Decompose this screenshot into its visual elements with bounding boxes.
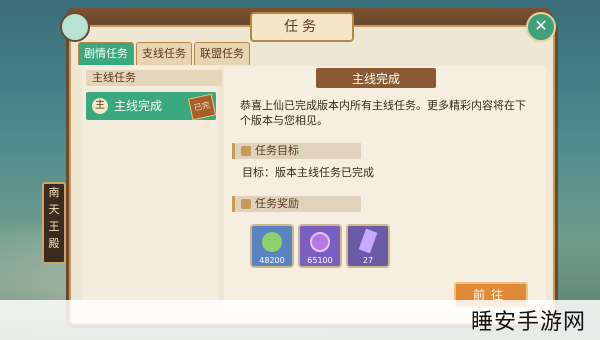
reward-amount: 65100 <box>307 256 333 265</box>
reward-item[interactable]: 48200 <box>250 224 294 268</box>
detail-header-text: 主线完成 <box>351 72 400 86</box>
scroll-icon <box>241 146 251 156</box>
gift-icon <box>241 199 251 209</box>
quest-name: 主线完成 <box>114 99 163 113</box>
close-button[interactable]: ✕ <box>526 12 556 42</box>
reward-amount: 48200 <box>259 256 285 265</box>
spiral-orb-icon <box>310 232 330 252</box>
window-title: 任务 <box>250 12 354 42</box>
reward-item[interactable]: 65100 <box>298 224 342 268</box>
category-label: 主线任务 <box>86 70 222 86</box>
goal-section-header: 任务目标 <box>232 143 361 159</box>
watermark-text: 睡安手游网 <box>470 310 586 335</box>
reward-section-title: 任务奖励 <box>255 197 299 210</box>
goal-text: 目标：版本主线任务已完成 <box>242 166 374 179</box>
window-title-text: 任务 <box>284 19 320 35</box>
reward-section-header: 任务奖励 <box>232 196 361 212</box>
detail-header: 主线完成 <box>316 68 436 88</box>
reward-amount: 27 <box>362 256 374 265</box>
goal-section-title: 任务目标 <box>255 144 299 157</box>
side-sign-char: 王 <box>48 220 60 233</box>
main-quest-tag-icon: 主 <box>92 98 108 114</box>
watermark-strip: 睡安手游网 <box>0 300 600 340</box>
task-tabs: 剧情任务 支线任务 联盟任务 <box>78 42 252 65</box>
crystal-icon <box>358 228 378 254</box>
side-sign-char: 天 <box>48 203 60 216</box>
tab-story[interactable]: 剧情任务 <box>78 42 134 65</box>
close-icon: ✕ <box>534 16 548 35</box>
corner-ornament-icon <box>60 12 90 42</box>
tab-alliance[interactable]: 联盟任务 <box>194 42 250 65</box>
tab-side[interactable]: 支线任务 <box>136 42 192 65</box>
quest-list-item[interactable]: 主 主线完成 已完成 <box>86 92 217 131</box>
side-location-sign[interactable]: 南 天 王 殿 <box>42 182 66 264</box>
side-sign-char: 南 <box>48 186 60 199</box>
completed-stamp-icon: 已完成 <box>187 93 217 131</box>
exp-orb-icon <box>262 232 282 252</box>
task-description: 恭喜上仙已完成版本内所有主线任务。更多精彩内容将在下个版本与您相见。 <box>240 99 526 127</box>
reward-item[interactable]: 27 <box>346 224 390 268</box>
side-sign-char: 殿 <box>48 237 60 250</box>
